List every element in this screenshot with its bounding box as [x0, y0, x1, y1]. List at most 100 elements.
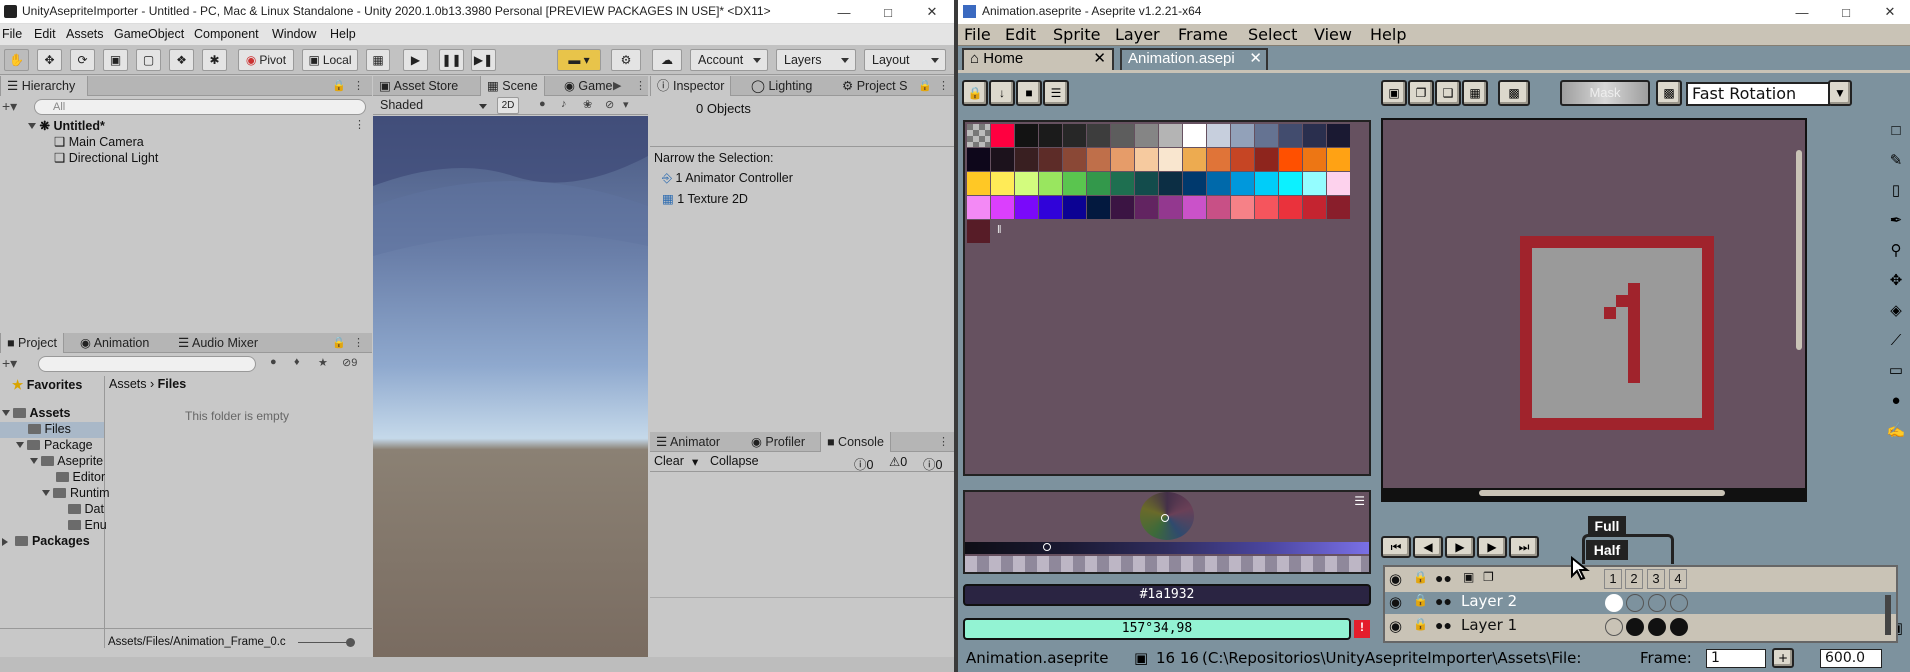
grid-snap-icon[interactable]: ▦ [366, 49, 390, 71]
menu-component[interactable]: Component [194, 27, 259, 41]
info-count-toggle[interactable]: ⓘ0 [854, 454, 873, 473]
scene-item[interactable]: ❋ Untitled* [28, 118, 105, 133]
palette-swatch[interactable] [1135, 148, 1158, 171]
audio-icon[interactable]: ♪ [561, 98, 567, 110]
lock-icon[interactable]: 🔒 [1413, 570, 1428, 584]
mask-toggle[interactable]: Mask [1560, 80, 1650, 106]
menu-help[interactable]: Help [330, 27, 356, 41]
palette-swatch[interactable] [991, 172, 1014, 195]
hierarchy-item[interactable]: ❑ Directional Light [54, 150, 158, 165]
cel-filled[interactable] [1670, 618, 1688, 636]
next-frame-icon[interactable]: ▶ [1477, 536, 1507, 558]
project-search-input[interactable] [38, 356, 256, 372]
frame-input[interactable]: 1 [1706, 649, 1766, 668]
palette-swatch[interactable] [1135, 124, 1158, 147]
shade-bar[interactable] [965, 542, 1369, 554]
transparent-color-icon[interactable]: ▩ [1498, 80, 1530, 106]
layer-name[interactable]: Layer 1 [1461, 616, 1517, 634]
expand-icon[interactable] [42, 490, 50, 500]
expand-icon[interactable] [2, 410, 10, 420]
palette-swatch[interactable] [1015, 124, 1038, 147]
layers-dropdown[interactable]: Layers [776, 49, 856, 71]
create-icon[interactable]: +▾ [2, 355, 17, 372]
rect-tool-icon[interactable]: ▢ [136, 49, 161, 71]
pivot-toggle[interactable]: ◉ Pivot [238, 49, 294, 71]
play-icon[interactable]: ▶ [1445, 536, 1475, 558]
cel-empty[interactable] [1626, 594, 1644, 612]
menu-sprite[interactable]: Sprite [1053, 25, 1100, 44]
palette-swatch[interactable] [1207, 148, 1230, 171]
palette-swatch[interactable] [1063, 148, 1086, 171]
rotate-tool-icon[interactable]: ⟳ [70, 49, 95, 71]
palette-swatch[interactable] [967, 220, 990, 243]
menu-edit[interactable]: Edit [1005, 25, 1036, 44]
selection-add-icon[interactable]: ❐ [1408, 80, 1434, 106]
tab-asset-store[interactable]: ▣ Asset Store [373, 76, 464, 96]
add-frame-icon[interactable]: + [1772, 648, 1794, 668]
frame-header-3[interactable]: 3 [1647, 569, 1665, 589]
warning-count-toggle[interactable]: ⚠0 [889, 454, 907, 469]
hidden-count-badge[interactable]: ⊘9 [342, 356, 357, 369]
minimize-icon[interactable]: — [1780, 0, 1824, 24]
clear-options-icon[interactable]: ▾ [692, 454, 698, 469]
palette-swatch[interactable] [1279, 196, 1302, 219]
tab-project[interactable]: ■ Project [0, 333, 64, 353]
palette-swatch[interactable] [1327, 196, 1350, 219]
menu-frame[interactable]: Frame [1178, 25, 1228, 44]
tree-data[interactable]: Dat [68, 502, 104, 516]
more-menu-icon[interactable]: ⋮ [938, 79, 949, 92]
tab-project-settings[interactable]: ⚙ Project S [836, 76, 913, 96]
selection-intersect-icon[interactable]: ▦ [1462, 80, 1488, 106]
horizontal-scrollbar[interactable] [1479, 490, 1725, 496]
first-frame-icon[interactable]: ⏮ [1381, 536, 1411, 558]
transform-tool-icon[interactable]: ❖ [169, 49, 194, 71]
cel-filled[interactable] [1648, 618, 1666, 636]
cel-empty[interactable] [1648, 594, 1666, 612]
minimize-icon[interactable]: — [822, 0, 866, 24]
tab-audio-mixer[interactable]: ☰ Audio Mixer [172, 333, 264, 353]
account-dropdown[interactable]: Account [690, 49, 768, 71]
menu-layer[interactable]: Layer [1115, 25, 1160, 44]
shading-dropdown[interactable]: Shaded [373, 96, 493, 115]
gizmos-dropdown-icon[interactable]: ▾ [623, 98, 629, 111]
timeline-scrollbar[interactable] [1885, 595, 1891, 635]
lock-icon[interactable]: 🔒 [918, 79, 932, 92]
maximize-icon[interactable]: □ [1824, 0, 1868, 24]
palette-swatch[interactable] [1159, 196, 1182, 219]
expand-icon[interactable] [30, 458, 38, 468]
menu-edit[interactable]: Edit [34, 27, 56, 41]
eye-icon[interactable]: ◉ [1389, 570, 1402, 588]
palette-swatch[interactable] [1111, 172, 1134, 195]
close-icon[interactable]: ✕ [1868, 0, 1910, 24]
blur-tool-icon[interactable]: ● [1884, 388, 1908, 412]
palette-swatch[interactable] [1135, 172, 1158, 195]
eye-icon[interactable]: ◉ [1389, 617, 1402, 635]
chevron-down-icon[interactable]: ▼ [1828, 80, 1852, 106]
palette-swatch[interactable] [1279, 148, 1302, 171]
continuous-icon[interactable]: ●● [1435, 570, 1452, 586]
tab-lighting[interactable]: ◯ Lighting [745, 76, 818, 96]
palette-swatch[interactable] [1087, 124, 1110, 147]
tab-animator[interactable]: ☰ Animator [650, 432, 726, 452]
palette-swatch[interactable] [1183, 172, 1206, 195]
palette-swatch[interactable] [1303, 124, 1326, 147]
palette-swatch[interactable] [1015, 196, 1038, 219]
tab-game[interactable]: ◉ Game [558, 76, 618, 96]
color-wheel-cursor[interactable] [1161, 514, 1169, 522]
tab-inspector[interactable]: ⓘ Inspector [650, 76, 732, 96]
menu-select[interactable]: Select [1248, 25, 1297, 44]
palette-swatch[interactable] [967, 172, 990, 195]
play-button[interactable]: ▶ [403, 49, 428, 71]
palette-swatch[interactable] [1231, 124, 1254, 147]
rotation-algorithm-dropdown[interactable]: Fast Rotation [1686, 82, 1830, 106]
palette-swatch[interactable] [1039, 148, 1062, 171]
palette-swatch[interactable] [1015, 148, 1038, 171]
palette-swatch[interactable] [1327, 148, 1350, 171]
palette-swatch[interactable] [1231, 196, 1254, 219]
tab-animation[interactable]: Animation.asepi ✕ [1120, 48, 1268, 70]
palette-swatch[interactable] [1303, 172, 1326, 195]
cel-empty[interactable] [1605, 618, 1623, 636]
palette-swatch[interactable] [1183, 196, 1206, 219]
cel-empty[interactable] [1670, 594, 1688, 612]
palette-swatch[interactable] [991, 148, 1014, 171]
